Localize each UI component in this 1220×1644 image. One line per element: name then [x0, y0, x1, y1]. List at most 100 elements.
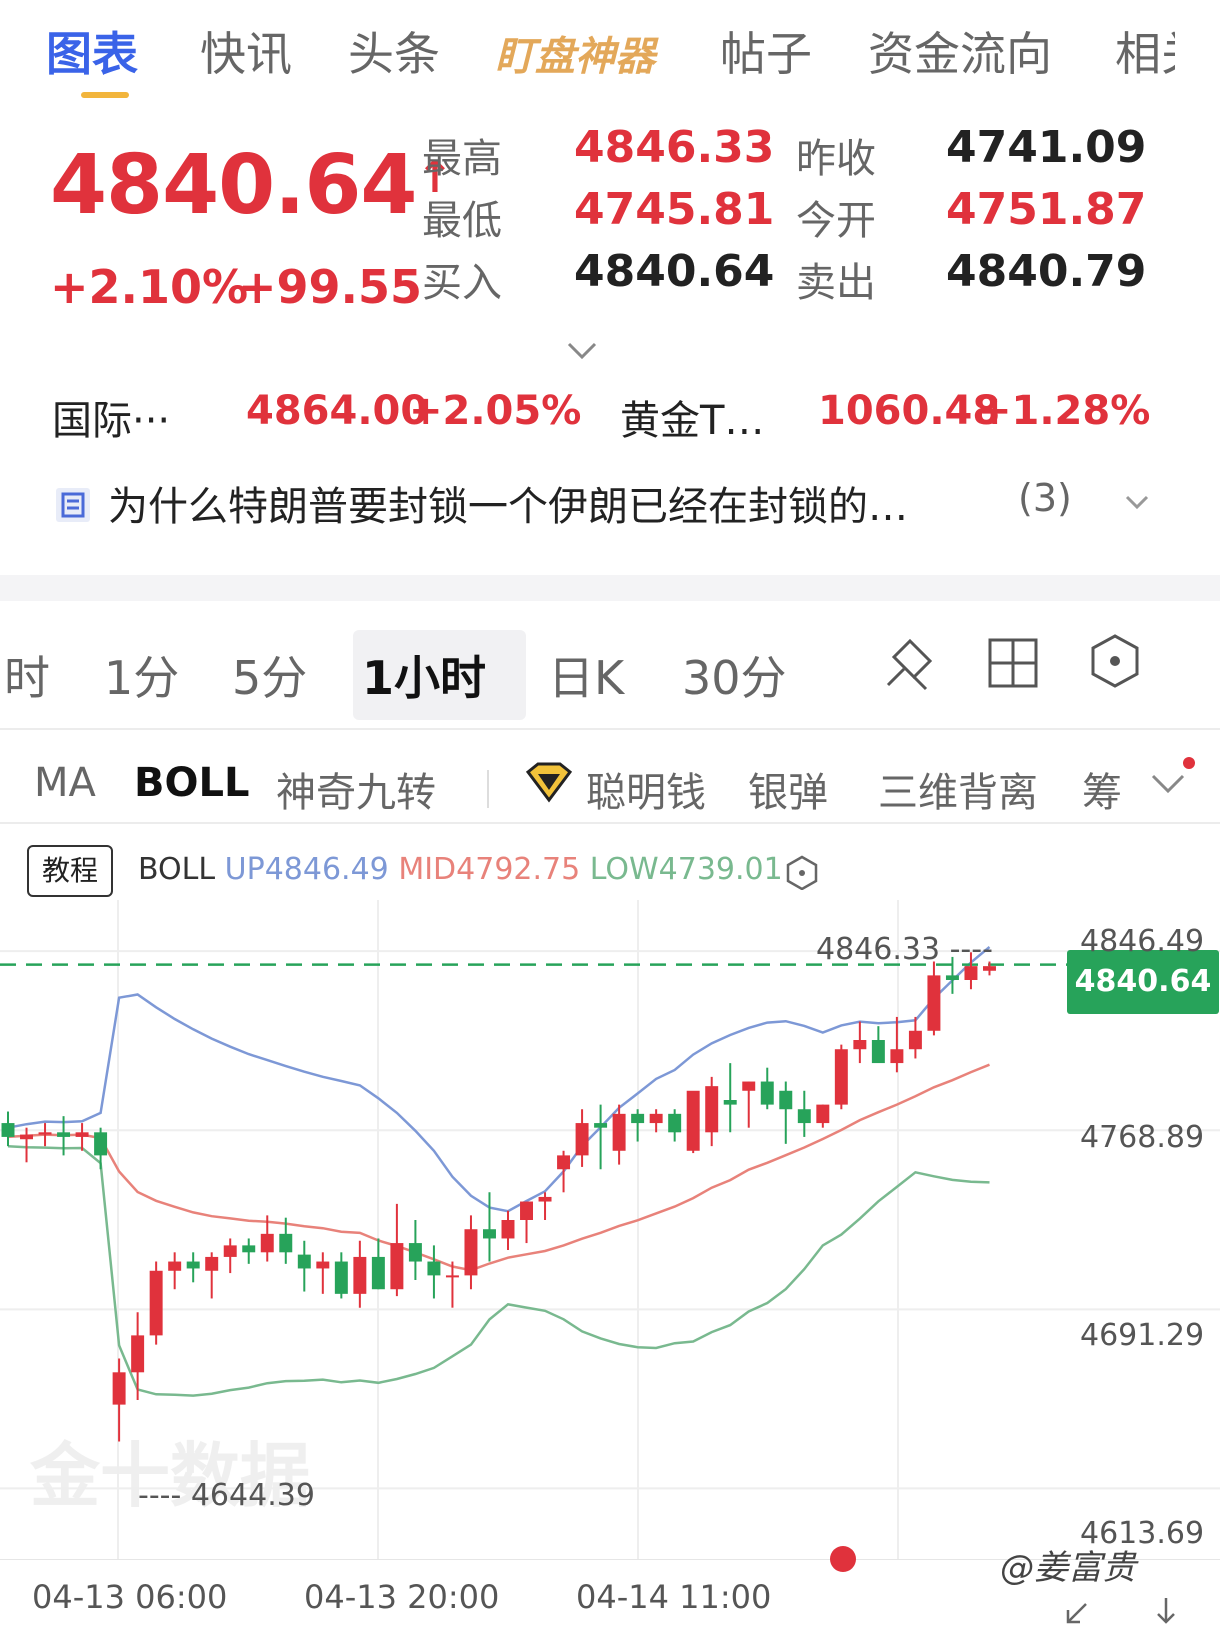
- tab-chart[interactable]: 图表: [46, 18, 138, 84]
- candle-body: [427, 1261, 441, 1276]
- tab-market-watch[interactable]: 盯盘神器: [495, 24, 655, 82]
- prev-close-label: 昨收: [796, 136, 876, 182]
- x-tick-label: 04-14 11:00: [576, 1578, 772, 1616]
- high-annotation-value: 4846.33: [816, 932, 941, 967]
- related-name: 国际···: [52, 398, 171, 444]
- chevron-down-icon[interactable]: [1124, 494, 1150, 512]
- tab-fund-flow[interactable]: 资金流向: [868, 18, 1052, 84]
- candle-body: [557, 1155, 571, 1170]
- candle-body: [57, 1132, 71, 1137]
- candle-body: [520, 1201, 533, 1220]
- indicator-3d-divergence[interactable]: 三维背离: [878, 760, 1038, 818]
- indicator-silver-bullet[interactable]: 银弹: [748, 760, 828, 818]
- open-label: 今开: [796, 198, 876, 244]
- record-dot[interactable]: [830, 1546, 856, 1572]
- candle-body: [94, 1132, 108, 1156]
- boll-label: BOLL: [138, 852, 216, 887]
- prev-close-value: 4741.09: [946, 122, 1147, 173]
- candle-body: [668, 1113, 682, 1133]
- separator: [0, 728, 1220, 730]
- ask-value: 4840.79: [946, 246, 1147, 297]
- candle-body: [242, 1245, 256, 1253]
- candle-body: [760, 1081, 774, 1105]
- candle-body: [353, 1256, 367, 1294]
- x-tick-label: 04-13 06:00: [32, 1578, 228, 1616]
- candlestick-chart[interactable]: 金十数据: [0, 900, 1220, 1560]
- related-change: +2.05%: [409, 388, 582, 434]
- period-daily[interactable]: 日K: [548, 642, 624, 708]
- notification-dot: [1183, 757, 1195, 769]
- candle-body: [38, 1132, 52, 1135]
- chevron-down-icon[interactable]: [1150, 772, 1186, 796]
- candle-body: [853, 1040, 867, 1050]
- expand-icon[interactable]: [1060, 1594, 1190, 1628]
- y-tick-label: 4768.89: [1080, 1120, 1205, 1155]
- boll-settings-icon[interactable]: [785, 854, 819, 890]
- candle-body: [260, 1233, 274, 1253]
- candle-body: [779, 1090, 793, 1110]
- indicator-boll[interactable]: BOLL: [134, 760, 249, 806]
- current-price: 4840.64↑: [50, 138, 453, 233]
- indicator-magic-nine[interactable]: 神奇九转: [276, 760, 436, 818]
- related-item-international[interactable]: 国际··· 4864.00 +2.05%: [52, 388, 581, 446]
- news-row[interactable]: 为什么特朗普要封锁一个伊朗已经在封锁的… (3): [52, 474, 1192, 544]
- low-value: 4745.81: [574, 184, 775, 235]
- candle-body: [575, 1123, 589, 1156]
- grid-layout-icon[interactable]: [986, 636, 1040, 690]
- candle-body: [631, 1113, 645, 1124]
- candle-body: [594, 1123, 608, 1128]
- y-tick-label: 4846.49: [1080, 924, 1205, 959]
- candle-body: [223, 1245, 237, 1257]
- tab-related[interactable]: 相关: [1115, 18, 1175, 84]
- tab-posts[interactable]: 帖子: [720, 18, 812, 84]
- candle-body: [964, 966, 978, 980]
- change-absolute: +99.55: [238, 260, 423, 314]
- candle-body: [408, 1243, 422, 1262]
- tab-flash-news[interactable]: 快讯: [200, 18, 292, 84]
- candle-body: [316, 1261, 330, 1269]
- news-count: (3): [1018, 476, 1072, 520]
- y-tick-label: 4691.29: [1080, 1318, 1205, 1353]
- change-percent: +2.10%: [50, 260, 249, 314]
- candle-body: [723, 1100, 737, 1105]
- candle-body: [112, 1372, 126, 1405]
- draw-tool-icon[interactable]: [880, 635, 938, 693]
- candle-body: [890, 1049, 904, 1064]
- candle-body: [297, 1254, 311, 1269]
- tab-headlines[interactable]: 头条: [348, 18, 440, 84]
- candle-body: [445, 1275, 459, 1278]
- low-annotation: ---- 4644.39: [138, 1478, 315, 1513]
- ask-label: 卖出: [796, 260, 876, 306]
- indicator-chips[interactable]: 筹: [1082, 760, 1130, 818]
- article-icon: [56, 488, 90, 522]
- indicator-ma[interactable]: MA: [34, 760, 96, 806]
- tab-active-indicator: [81, 92, 129, 98]
- period-1min[interactable]: 1分: [104, 642, 179, 708]
- tutorial-button[interactable]: 教程: [27, 845, 113, 897]
- candle-body: [464, 1229, 478, 1276]
- period-5min[interactable]: 5分: [232, 642, 307, 708]
- chevron-down-icon[interactable]: [566, 340, 598, 362]
- settings-icon[interactable]: [1086, 632, 1144, 690]
- related-item-gold-t[interactable]: 黄金T… 1060.48 +1.28%: [620, 388, 1150, 446]
- candle-body: [131, 1335, 145, 1373]
- related-price: 4864.00: [246, 388, 429, 434]
- candle-body: [20, 1134, 33, 1140]
- open-value: 4751.87: [946, 184, 1147, 235]
- period-1hour[interactable]: 1小时: [362, 642, 486, 708]
- period-30min[interactable]: 30分: [682, 642, 787, 708]
- period-timeshare[interactable]: 时: [4, 642, 50, 708]
- candle-body: [649, 1113, 663, 1124]
- candle-body: [279, 1233, 293, 1253]
- diamond-icon: [525, 762, 573, 803]
- candle-body: [501, 1220, 515, 1239]
- current-price-value: 4840.64: [50, 138, 417, 233]
- boll-up-value: UP4846.49: [224, 852, 389, 887]
- indicator-smart-money[interactable]: 聪明钱: [586, 760, 706, 818]
- candle-body: [390, 1243, 404, 1290]
- candle-body: [834, 1049, 848, 1105]
- high-annotation: 4846.33 ----: [816, 932, 993, 967]
- candle-body: [149, 1270, 163, 1336]
- candle-body: [927, 975, 941, 1031]
- candle-body: [1, 1123, 15, 1137]
